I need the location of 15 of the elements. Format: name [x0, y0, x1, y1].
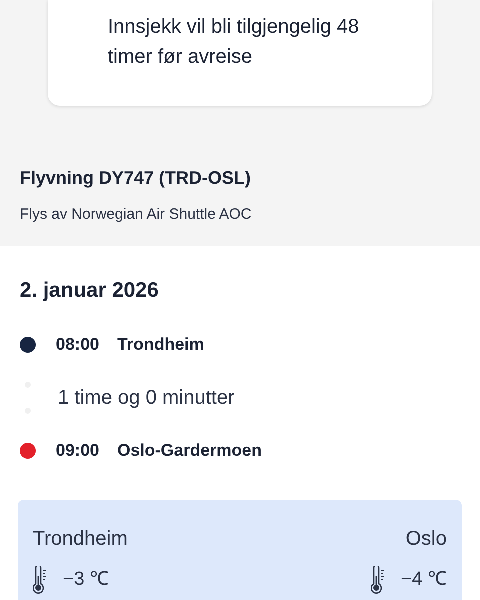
- temperature: −4 ℃: [401, 568, 447, 592]
- flight-duration: 1 time og 0 minutter: [58, 386, 235, 411]
- weather-city: Oslo: [406, 527, 447, 552]
- thermometer-icon: [371, 566, 386, 594]
- flight-title: Flyvning DY747 (TRD-OSL): [20, 167, 252, 190]
- operator-text: Flys av Norwegian Air Shuttle AOC: [20, 205, 253, 225]
- stop-place: Oslo-Gardermoen: [117, 440, 262, 462]
- flight-date: 2. januar 2026: [20, 278, 160, 304]
- stop-time: 08:00: [56, 334, 100, 356]
- stop-time: 09:00: [56, 440, 100, 462]
- stop-place: Trondheim: [117, 334, 204, 356]
- temperature: −3 ℃: [63, 568, 109, 592]
- weather-city: Trondheim: [33, 527, 128, 552]
- thermometer-icon: [33, 566, 47, 594]
- checkin-message: Innsjekk vil bli tilgjengelig 48 timer før avreise: [108, 15, 360, 70]
